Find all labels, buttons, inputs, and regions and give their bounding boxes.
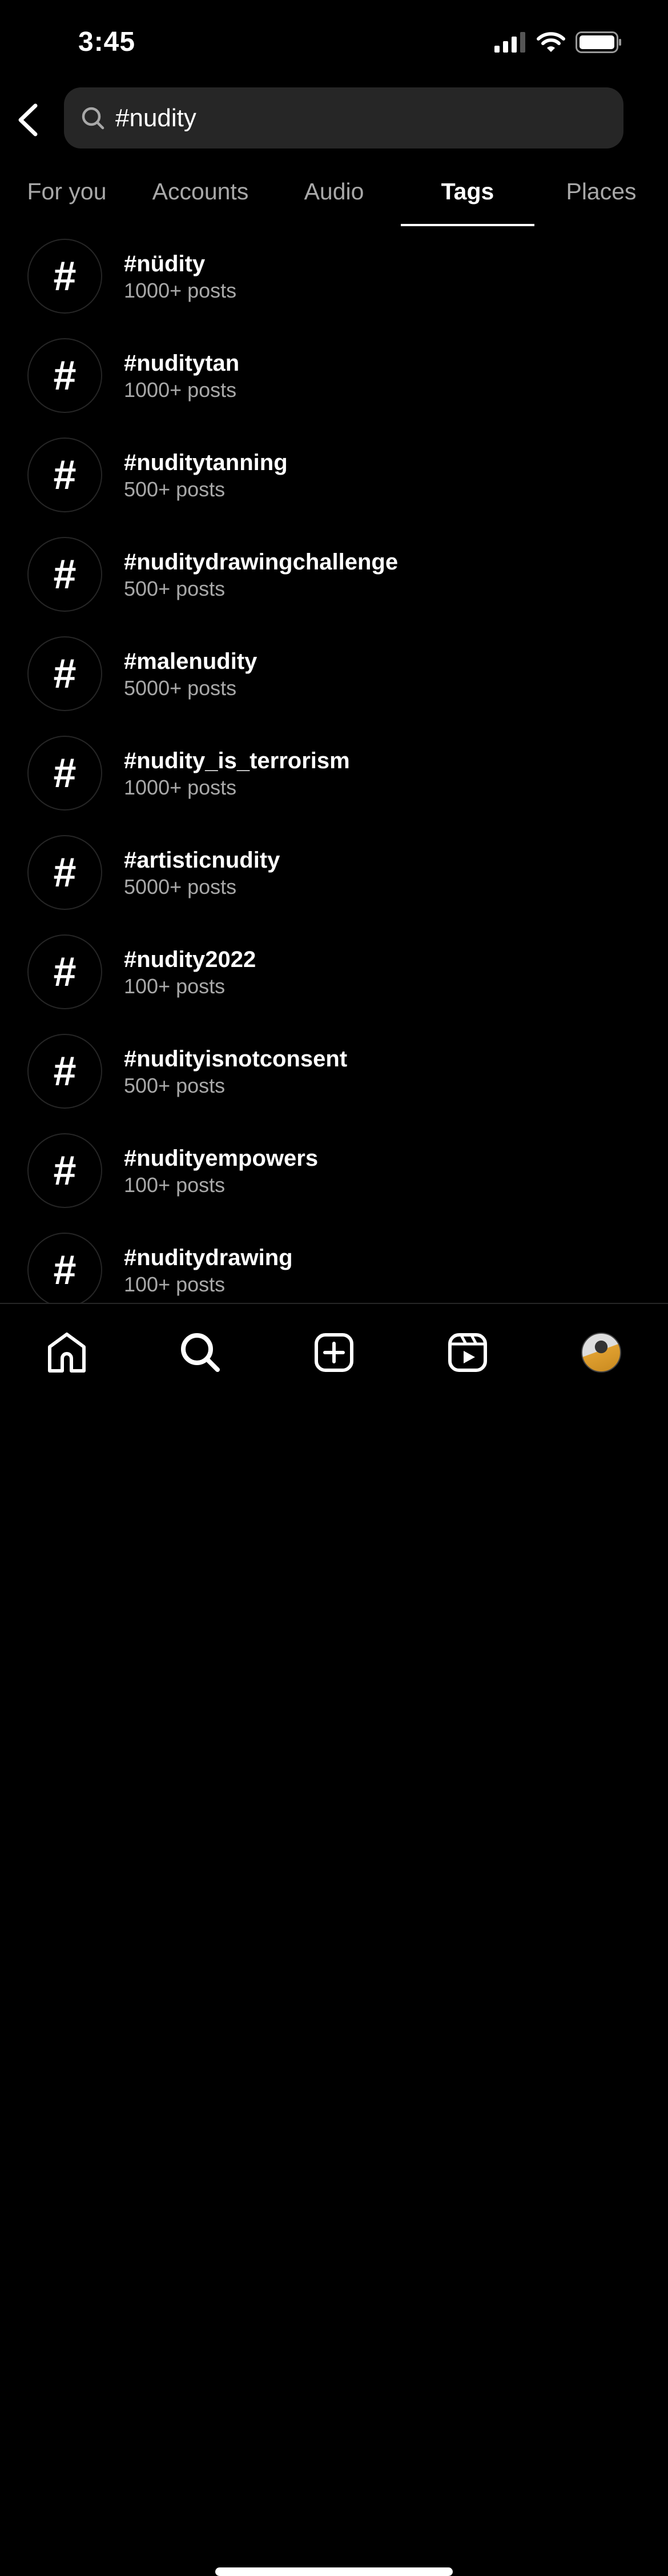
hashtag-icon: # bbox=[27, 1034, 102, 1109]
hashtag-icon: # bbox=[27, 1233, 102, 1303]
hashtag-icon: # bbox=[27, 934, 102, 1009]
tag-result-row[interactable]: # #malenudity 5000+ posts bbox=[0, 626, 668, 725]
tag-name: #nuditydrawingchallenge bbox=[124, 549, 399, 575]
tag-post-count: 1000+ posts bbox=[124, 279, 237, 302]
tag-name: #nuditytan bbox=[124, 351, 240, 376]
battery-icon bbox=[576, 31, 621, 53]
status-time: 3:45 bbox=[78, 27, 136, 57]
tag-name: #nüdity bbox=[124, 251, 206, 276]
hashtag-icon: # bbox=[27, 438, 102, 512]
tab-for-you[interactable]: For you bbox=[0, 171, 134, 227]
tab-places[interactable]: Places bbox=[534, 171, 668, 227]
tag-result-row[interactable]: # #nuditydrawing 100+ posts bbox=[0, 1222, 668, 1303]
reels-icon bbox=[448, 1333, 487, 1372]
bottom-nav bbox=[0, 1303, 668, 2576]
nav-profile-button[interactable] bbox=[576, 1327, 627, 1378]
tag-post-count: 100+ posts bbox=[124, 1273, 226, 1296]
status-bar: 3:45 bbox=[0, 0, 668, 80]
tag-result-row[interactable]: # #nudityisnotconsent 500+ posts bbox=[0, 1024, 668, 1123]
search-icon bbox=[181, 1333, 220, 1372]
tag-result-row[interactable]: # #nüdity 1000+ posts bbox=[0, 228, 668, 328]
tag-post-count: 5000+ posts bbox=[124, 676, 237, 700]
profile-avatar bbox=[581, 1333, 621, 1373]
tag-result-row[interactable]: # #nudity2022 100+ posts bbox=[0, 924, 668, 1024]
tag-post-count: 500+ posts bbox=[124, 1074, 226, 1097]
nav-create-button[interactable] bbox=[308, 1327, 360, 1378]
search-tabs: For you Accounts Audio Tags Places bbox=[0, 171, 668, 227]
tag-result-row[interactable]: # #artisticnudity 5000+ posts bbox=[0, 825, 668, 924]
hashtag-icon: # bbox=[27, 537, 102, 612]
tag-post-count: 1000+ posts bbox=[124, 776, 237, 799]
tag-name: #malenudity bbox=[124, 649, 257, 674]
home-icon bbox=[48, 1333, 86, 1373]
search-input[interactable] bbox=[115, 103, 572, 133]
tag-name: #nudityempowers bbox=[124, 1146, 319, 1171]
tag-results-list: # #nüdity 1000+ posts # #nuditytan 1000+ post… bbox=[0, 228, 668, 1303]
create-icon bbox=[315, 1333, 353, 1372]
tag-result-row[interactable]: # #nuditytanning 500+ posts bbox=[0, 427, 668, 527]
search-bar[interactable] bbox=[64, 87, 623, 149]
tag-post-count: 500+ posts bbox=[124, 478, 226, 501]
tab-tags[interactable]: Tags bbox=[401, 171, 534, 227]
back-button[interactable] bbox=[13, 100, 47, 140]
tag-name: #nudityisnotconsent bbox=[124, 1046, 348, 1072]
tag-name: #artisticnudity bbox=[124, 848, 280, 873]
nav-search-button[interactable] bbox=[175, 1327, 226, 1378]
chevron-left-icon bbox=[18, 103, 38, 137]
tag-result-row[interactable]: # #nudity_is_terrorism 1000+ posts bbox=[0, 725, 668, 825]
hashtag-icon: # bbox=[27, 338, 102, 413]
tag-result-row[interactable]: # #nuditytan 1000+ posts bbox=[0, 328, 668, 427]
tag-result-row[interactable]: # #nudityempowers 100+ posts bbox=[0, 1123, 668, 1222]
tab-accounts[interactable]: Accounts bbox=[134, 171, 267, 227]
hashtag-icon: # bbox=[27, 239, 102, 314]
tag-post-count: 1000+ posts bbox=[124, 378, 237, 402]
tag-name: #nudity_is_terrorism bbox=[124, 748, 350, 773]
hashtag-icon: # bbox=[27, 736, 102, 810]
hashtag-icon: # bbox=[27, 1133, 102, 1208]
tag-name: #nuditytanning bbox=[124, 450, 288, 475]
tag-post-count: 500+ posts bbox=[124, 577, 226, 600]
tag-result-row[interactable]: # #nuditydrawingchallenge 500+ posts bbox=[0, 527, 668, 626]
tag-name: #nuditydrawing bbox=[124, 1245, 293, 1270]
search-icon bbox=[82, 107, 104, 129]
wifi-icon bbox=[537, 32, 565, 52]
nav-reels-button[interactable] bbox=[442, 1327, 493, 1378]
cellular-signal-icon bbox=[494, 32, 525, 53]
nav-home-button[interactable] bbox=[41, 1327, 92, 1378]
tag-post-count: 5000+ posts bbox=[124, 875, 237, 898]
home-indicator bbox=[215, 2567, 453, 2576]
tab-audio[interactable]: Audio bbox=[267, 171, 401, 227]
tag-name: #nudity2022 bbox=[124, 947, 256, 972]
hashtag-icon: # bbox=[27, 636, 102, 711]
tag-post-count: 100+ posts bbox=[124, 974, 226, 998]
tag-post-count: 100+ posts bbox=[124, 1173, 226, 1197]
hashtag-icon: # bbox=[27, 835, 102, 910]
